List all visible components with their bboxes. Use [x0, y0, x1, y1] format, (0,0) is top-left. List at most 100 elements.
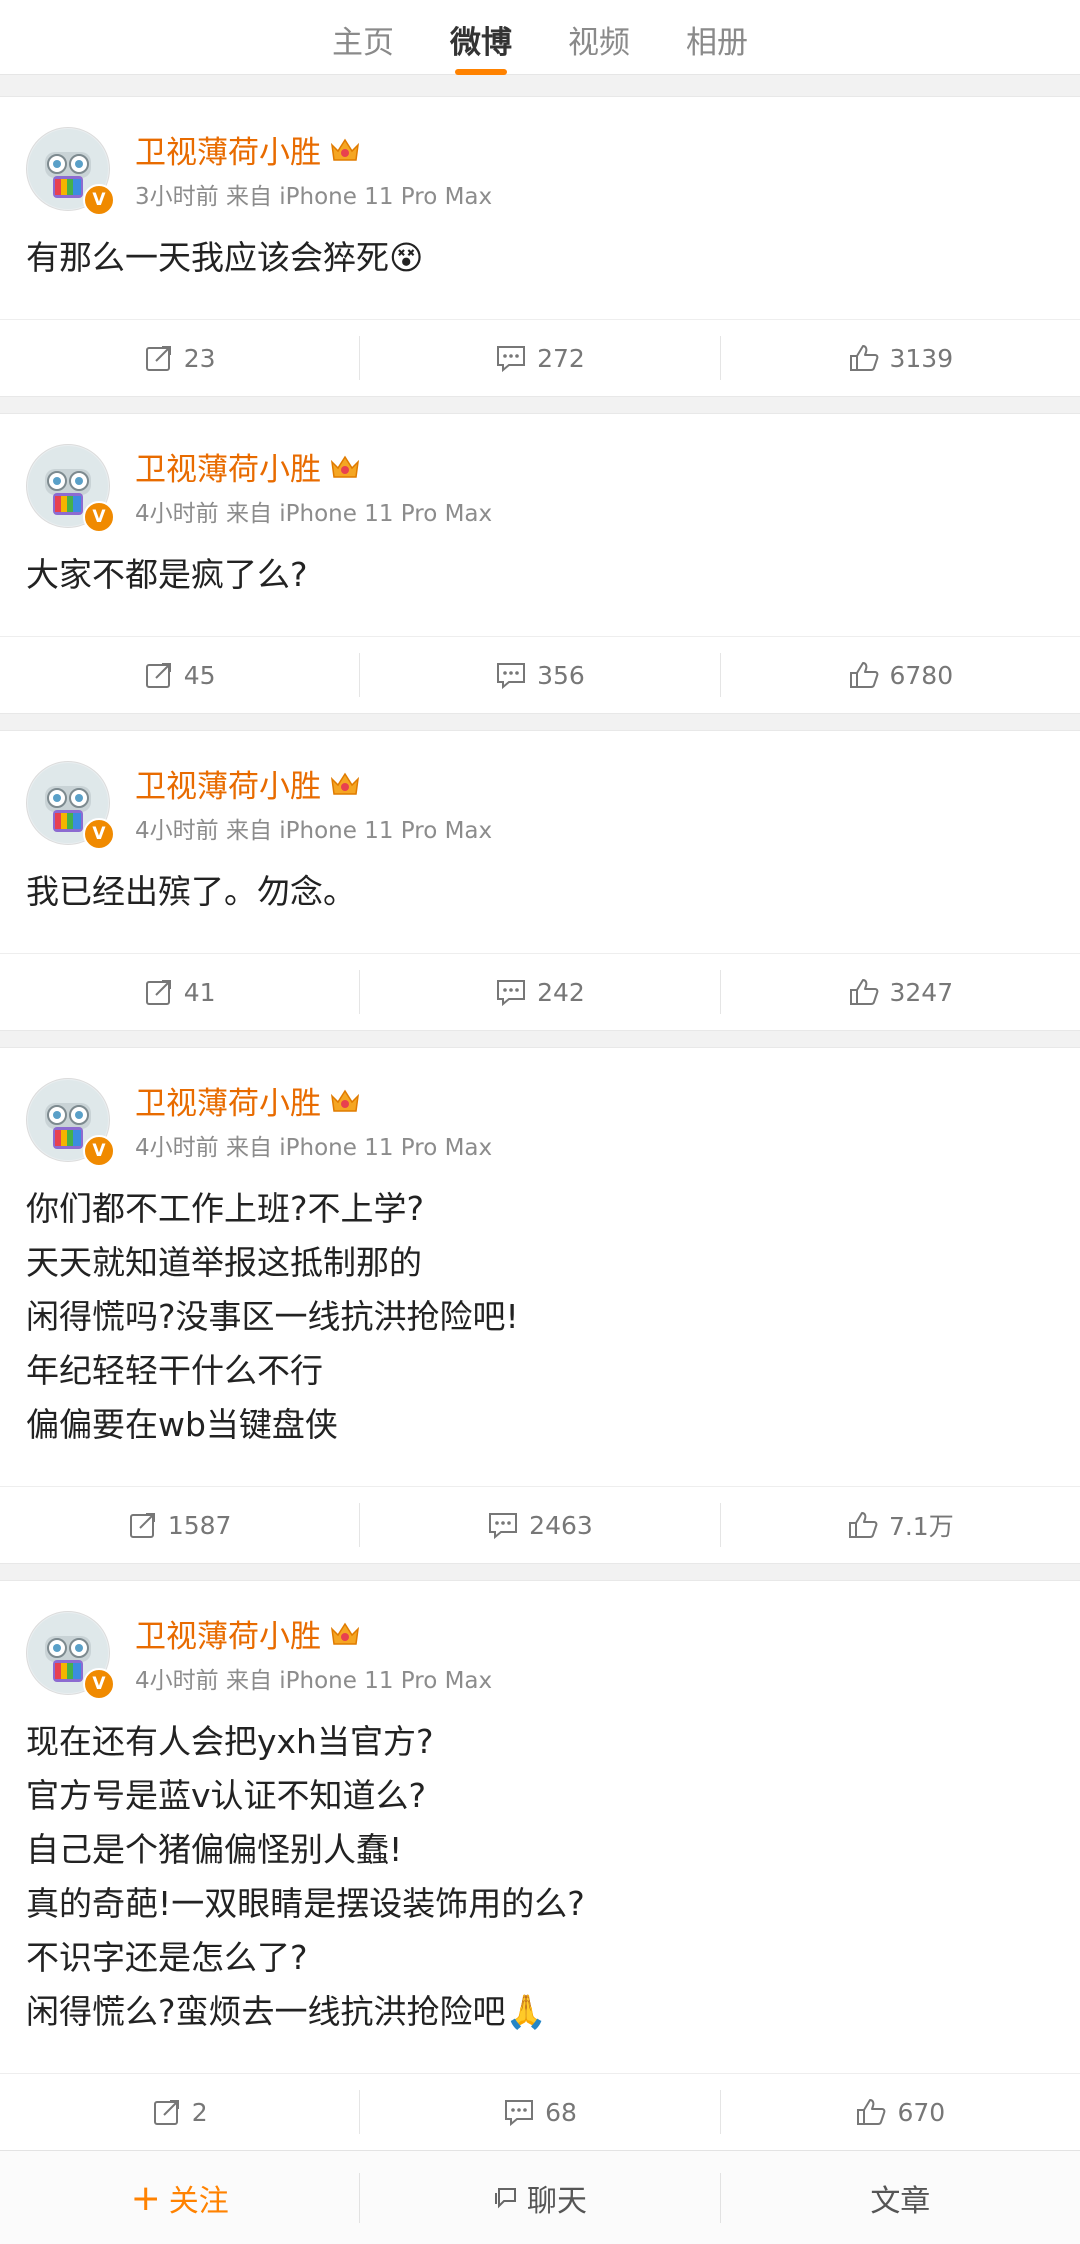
verified-badge-icon: V: [83, 184, 115, 216]
comment-button[interactable]: 242: [359, 970, 719, 1014]
post-text-line: 闲得慌么?蛮烦去一线抗洪抢险吧🙏: [26, 1992, 547, 2031]
weibo-post[interactable]: V 卫视薄荷小胜 4小时前 来自 iPhone 11 Pro Max 现在还有人…: [0, 1580, 1080, 2151]
crown-vip-icon: [330, 772, 360, 795]
author-row: 卫视薄荷小胜: [135, 1078, 361, 1123]
post-text-line: 天天就知道举报这抵制那的: [26, 1243, 422, 1282]
like-button[interactable]: 3247: [719, 970, 1080, 1014]
weibo-post[interactable]: V 卫视薄荷小胜 4小时前 来自 iPhone 11 Pro Max 我已经出殡…: [0, 730, 1080, 1031]
tab-video[interactable]: 视频: [540, 13, 658, 62]
follow-label: 关注: [168, 2184, 229, 2219]
repost-icon: [153, 2100, 179, 2125]
author-row: 卫视薄荷小胜: [135, 444, 361, 489]
bottom-action-bar: + 关注 聊天 文章: [0, 2150, 1080, 2244]
repost-button[interactable]: 45: [0, 653, 359, 697]
post-feed: V 卫视薄荷小胜 3小时前 来自 iPhone 11 Pro Max 有那么一天…: [0, 80, 1080, 2151]
post-text-line: 现在还有人会把yxh当官方?: [26, 1722, 434, 1761]
profile-tab-bar: 主页 微博 视频 相册: [0, 0, 1080, 75]
chat-button[interactable]: 聊天: [359, 2173, 719, 2223]
post-action-bar: 1587 2463 7.1万: [0, 1486, 1080, 1563]
active-tab-indicator: [455, 68, 507, 75]
post-meta: 3小时前 来自 iPhone 11 Pro Max: [135, 184, 493, 210]
like-button[interactable]: 3139: [719, 336, 1080, 380]
like-count: 3247: [889, 977, 954, 1007]
comment-button[interactable]: 2463: [359, 1503, 719, 1547]
post-meta: 4小时前 来自 iPhone 11 Pro Max: [135, 501, 493, 527]
post-action-bar: 45 356 6780: [0, 636, 1080, 713]
comment-button[interactable]: 356: [359, 653, 719, 697]
weibo-post[interactable]: V 卫视薄荷小胜 3小时前 来自 iPhone 11 Pro Max 有那么一天…: [0, 96, 1080, 397]
like-count: 7.1万: [888, 1512, 954, 1541]
post-meta: 4小时前 来自 iPhone 11 Pro Max: [135, 1668, 493, 1694]
author-row: 卫视薄荷小胜: [135, 1611, 361, 1656]
post-text-line: 有那么一天我应该会猝死😵: [26, 238, 424, 277]
article-button[interactable]: 文章: [719, 2173, 1080, 2223]
avatar[interactable]: V: [26, 1078, 115, 1167]
repost-button[interactable]: 23: [0, 336, 359, 380]
post-action-bar: 41 242 3247: [0, 953, 1080, 1030]
repost-button[interactable]: 1587: [0, 1503, 359, 1547]
tab-weibo[interactable]: 微博: [422, 13, 540, 75]
post-text-line: 你们都不工作上班?不上学?: [26, 1189, 425, 1228]
follow-button[interactable]: + 关注: [0, 2173, 359, 2223]
post-text-line: 我已经出殡了。勿念。: [26, 872, 356, 911]
post-text-line: 大家不都是疯了么?: [26, 555, 308, 594]
thumbs-up-icon: [849, 345, 878, 371]
author-name[interactable]: 卫视薄荷小胜: [135, 1078, 321, 1123]
comment-button[interactable]: 68: [359, 2090, 719, 2134]
like-button[interactable]: 670: [719, 2090, 1080, 2134]
like-count: 3139: [889, 343, 954, 373]
article-label: 文章: [870, 2184, 931, 2219]
avatar[interactable]: V: [26, 761, 115, 850]
author-name[interactable]: 卫视薄荷小胜: [135, 1611, 321, 1656]
thumbs-up-icon: [857, 2099, 886, 2125]
comment-count: 2463: [529, 1510, 593, 1540]
author-name[interactable]: 卫视薄荷小胜: [135, 761, 321, 806]
tab-home[interactable]: 主页: [304, 13, 422, 62]
post-header: V 卫视薄荷小胜 3小时前 来自 iPhone 11 Pro Max: [0, 97, 1080, 216]
profile-page: 主页 微博 视频 相册 V 卫视薄荷小胜 3小时前 来自 iPhone 11 P…: [0, 0, 1080, 2244]
like-button[interactable]: 7.1万: [719, 1503, 1080, 1547]
post-text-line: 官方号是蓝v认证不知道么?: [26, 1776, 427, 1815]
comment-count: 242: [537, 977, 585, 1007]
post-text: 你们都不工作上班?不上学? 天天就知道举报这抵制那的闲得慌吗?没事区一线抗洪抢险吧…: [0, 1162, 1080, 1486]
repost-count: 41: [183, 977, 216, 1007]
repost-icon: [145, 346, 171, 371]
repost-icon: [145, 980, 171, 1005]
avatar[interactable]: V: [26, 444, 115, 533]
post-action-bar: 2 68 670: [0, 2073, 1080, 2150]
crown-vip-icon: [330, 138, 360, 161]
post-text-line: 真的奇葩!一双眼睛是摆设装饰用的么?: [26, 1884, 585, 1923]
thumbs-up-icon: [848, 1512, 878, 1538]
thumbs-up-icon: [849, 662, 878, 688]
repost-count: 23: [183, 343, 216, 373]
post-text-line: 闲得慌吗?没事区一线抗洪抢险吧!: [26, 1297, 519, 1336]
weibo-post[interactable]: V 卫视薄荷小胜 4小时前 来自 iPhone 11 Pro Max 你们都不工…: [0, 1047, 1080, 1564]
post-text-line: 自己是个猪偏偏怪别人蠢!: [26, 1830, 403, 1869]
post-text: 现在还有人会把yxh当官方? 官方号是蓝v认证不知道么? 自己是个猪偏偏怪别人蠢! 真…: [0, 1695, 1080, 2073]
post-text-line: 不识字还是怎么了?: [26, 1938, 308, 1977]
comment-count: 68: [545, 2097, 577, 2127]
repost-button[interactable]: 2: [0, 2090, 359, 2134]
like-count: 6780: [889, 660, 954, 690]
avatar[interactable]: V: [26, 127, 115, 216]
repost-button[interactable]: 41: [0, 970, 359, 1014]
comment-icon: [497, 980, 526, 1007]
avatar[interactable]: V: [26, 1611, 115, 1700]
author-name[interactable]: 卫视薄荷小胜: [135, 444, 321, 489]
post-text: 大家不都是疯了么?: [0, 528, 1080, 636]
comment-icon: [497, 663, 526, 690]
post-text-line: 偏偏要在wb当键盘侠: [26, 1405, 338, 1444]
comment-count: 272: [537, 343, 585, 373]
repost-count: 2: [191, 2097, 208, 2127]
like-button[interactable]: 6780: [719, 653, 1080, 697]
tab-album[interactable]: 相册: [658, 13, 776, 62]
thumbs-up-icon: [849, 979, 878, 1005]
post-meta: 4小时前 来自 iPhone 11 Pro Max: [135, 1135, 493, 1161]
comment-icon: [489, 1513, 518, 1540]
post-meta: 4小时前 来自 iPhone 11 Pro Max: [135, 818, 493, 844]
author-name[interactable]: 卫视薄荷小胜: [135, 127, 321, 172]
verified-badge-icon: V: [83, 501, 115, 533]
comment-button[interactable]: 272: [359, 336, 719, 380]
weibo-post[interactable]: V 卫视薄荷小胜 4小时前 来自 iPhone 11 Pro Max 大家不都是…: [0, 413, 1080, 714]
chat-label: 聊天: [526, 2184, 587, 2219]
